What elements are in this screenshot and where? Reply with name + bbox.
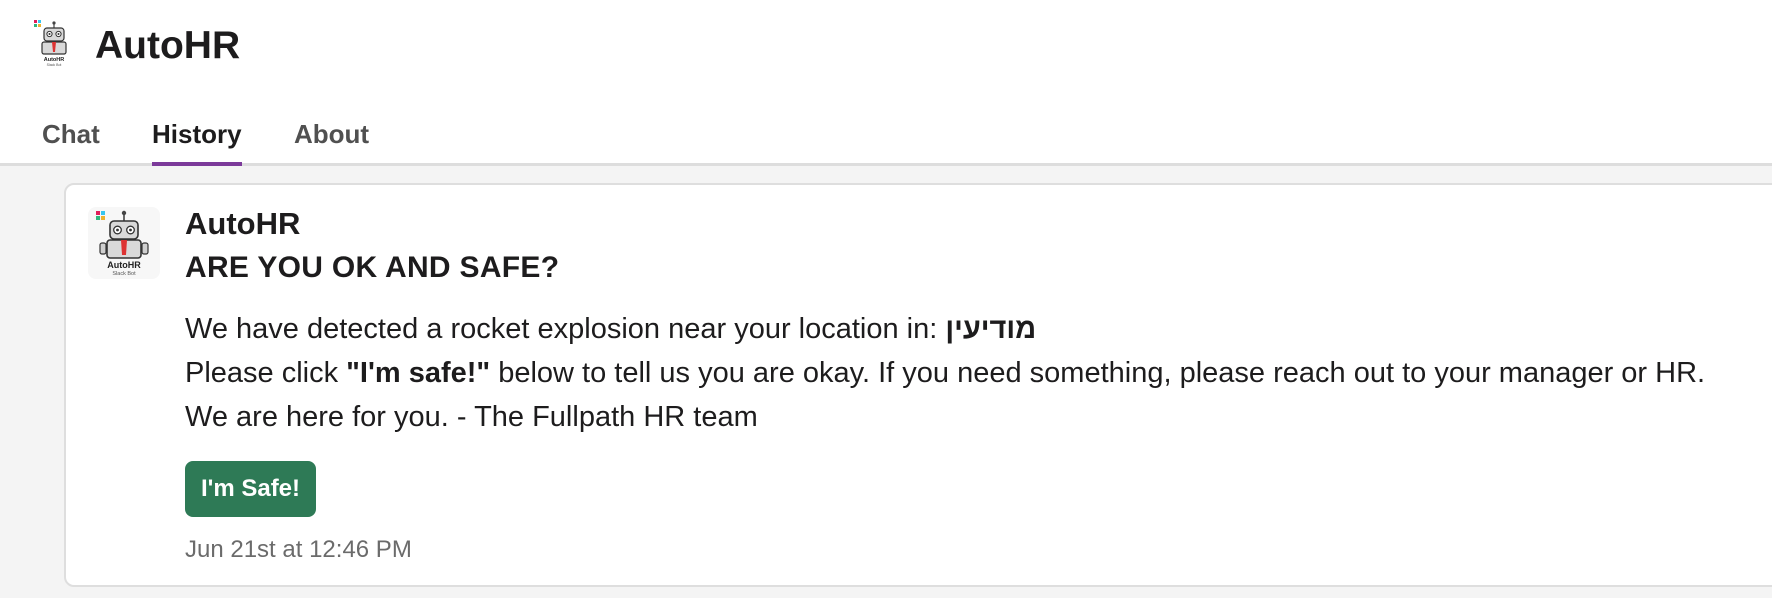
message-line-2-prefix: Please click: [185, 357, 347, 389]
message-line-3: We are here for you. - The Fullpath HR t…: [185, 401, 758, 433]
message-line-1-text: We have detected a rocket explosion near…: [185, 313, 946, 345]
message-body: We have detected a rocket explosion near…: [185, 307, 1705, 439]
message-line-2-bold: "I'm safe!": [346, 357, 491, 389]
message-location: מודיעין: [945, 313, 1037, 345]
tab-about[interactable]: About: [294, 114, 369, 166]
svg-text:AutoHR: AutoHR: [107, 260, 141, 270]
message-sender[interactable]: AutoHR: [185, 204, 300, 244]
message-timestamp[interactable]: Jun 21st at 12:46 PM: [185, 535, 412, 565]
bot-avatar: AutoHR Slack Bot: [88, 207, 160, 279]
im-safe-button[interactable]: I'm Safe!: [185, 461, 316, 517]
tab-history[interactable]: History: [152, 114, 242, 166]
svg-text:Slack Bot: Slack Bot: [47, 63, 62, 67]
app-header: AutoHR Slack Bot AutoHR Chat History Abo…: [0, 0, 1772, 166]
tab-chat[interactable]: Chat: [42, 114, 100, 166]
message-line-2-suffix: below to tell us you are okay. If you ne…: [490, 357, 1706, 389]
tab-bar: Chat History About: [0, 108, 1772, 166]
message-line-2: Please click "I'm safe!" below to tell u…: [185, 351, 1705, 395]
app-title: AutoHR: [95, 24, 241, 67]
message-line-1: We have detected a rocket explosion near…: [185, 307, 1705, 351]
svg-text:Slack Bot: Slack Bot: [112, 271, 136, 277]
message-title: ARE YOU OK AND SAFE?: [185, 251, 560, 284]
robot-icon: AutoHR Slack Bot: [34, 20, 67, 67]
